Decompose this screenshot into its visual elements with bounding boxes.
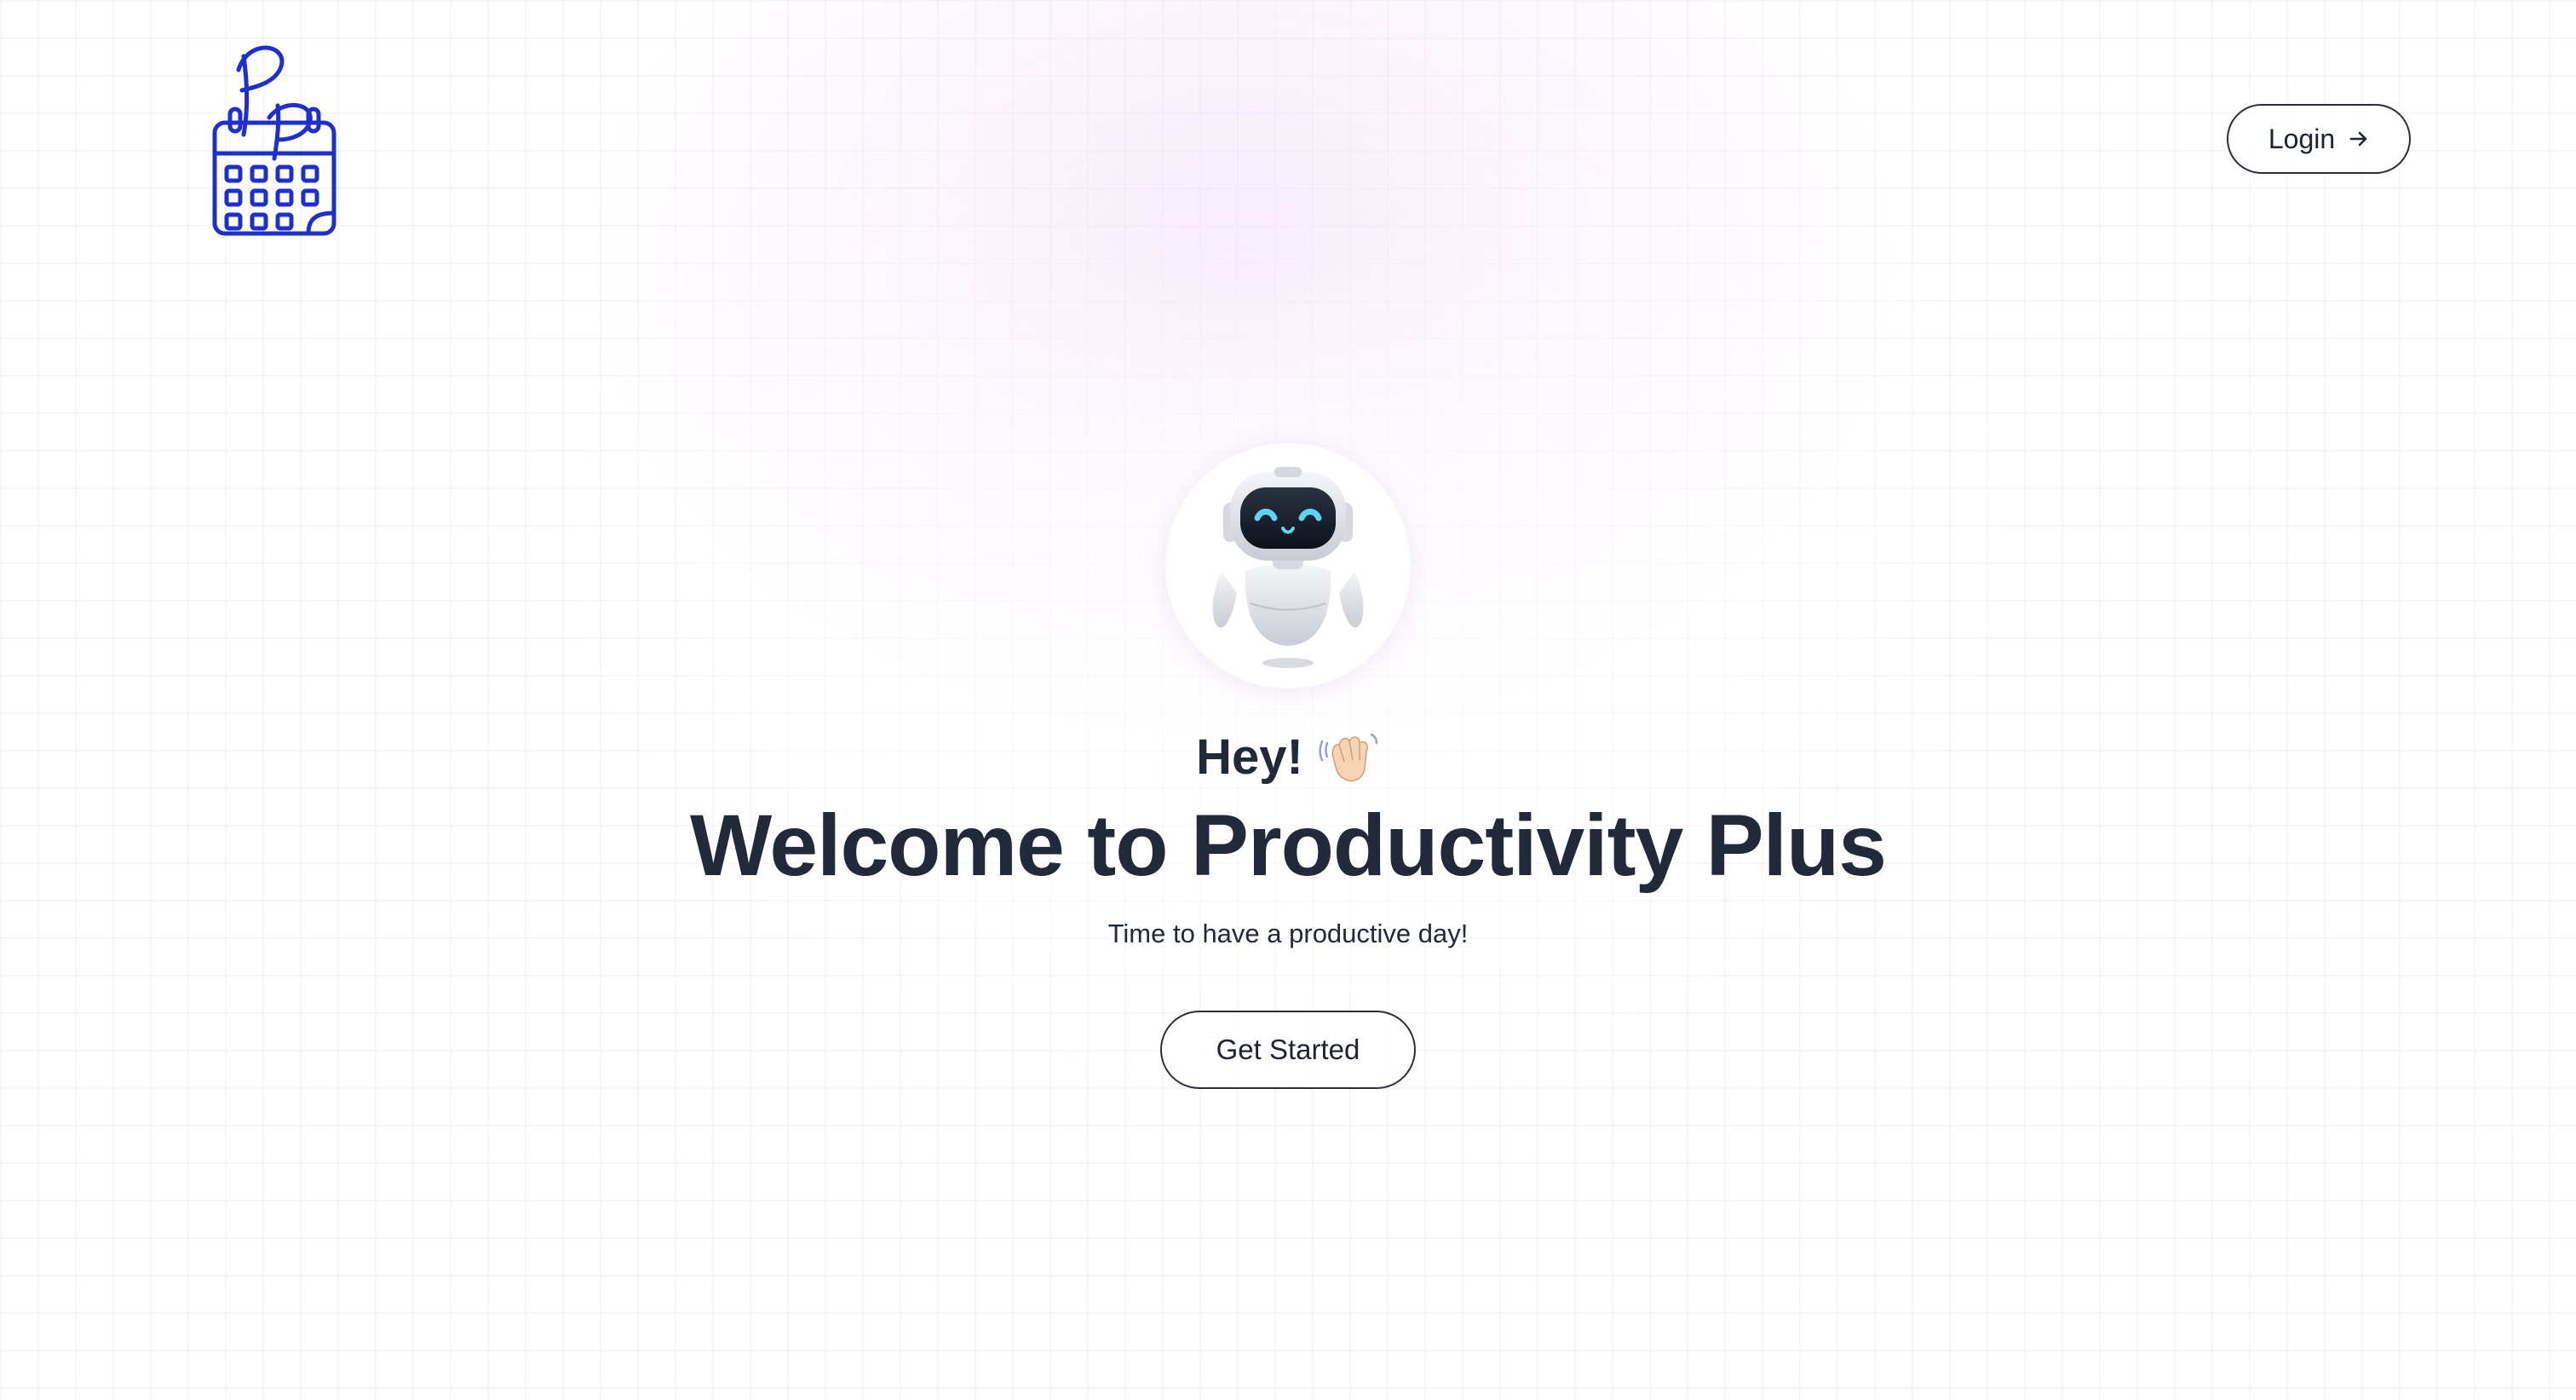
waving-hand-icon	[1319, 733, 1378, 782]
calendar-logo-icon	[212, 45, 336, 236]
avatar	[1165, 443, 1411, 688]
robot-icon	[1212, 467, 1364, 668]
logo-link[interactable]	[210, 39, 339, 244]
greeting-text: Hey!	[1196, 729, 1303, 785]
arrow-right-icon	[2349, 131, 2367, 147]
page-title: Welcome to Productivity Plus	[689, 797, 1887, 894]
greeting: Hey!	[0, 726, 2576, 787]
background-fade	[0, 0, 2576, 1400]
get-started-button[interactable]: Get Started	[1160, 1011, 1416, 1089]
login-label: Login	[2268, 123, 2336, 154]
login-button[interactable]: Login	[2227, 104, 2411, 174]
subtitle: Time to have a productive day!	[1107, 919, 1469, 948]
